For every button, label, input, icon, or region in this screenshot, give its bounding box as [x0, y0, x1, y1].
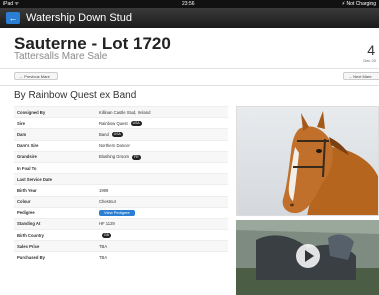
- detail-value: Band: [99, 131, 109, 137]
- detail-label: Sales Price: [14, 240, 96, 252]
- horse-photo[interactable]: [236, 106, 379, 216]
- detail-label: Sire: [14, 117, 96, 129]
- detail-row: Dam's Sire Northern Dancer: [14, 139, 228, 152]
- detail-value-cell: View Pedigree: [96, 206, 228, 219]
- sale-date: Dec 20: [363, 58, 376, 63]
- country-badge: GB: [102, 232, 111, 238]
- detail-label: Dam's Sire: [14, 139, 96, 152]
- country-badge: FR: [132, 154, 141, 160]
- detail-value-cell: Killinan Castle Stud, Ireland: [96, 105, 228, 118]
- horse-video[interactable]: [236, 220, 379, 295]
- breeding-line: By Rainbow Quest ex Band: [14, 90, 137, 101]
- navigation-bar: ← Watership Down Stud: [0, 8, 379, 28]
- detail-label: Pedigree: [14, 206, 96, 219]
- detail-value-cell: TBA: [96, 240, 228, 252]
- back-arrow-icon: ←: [8, 13, 18, 23]
- detail-value-cell: Rainbow Quest USA: [96, 117, 228, 129]
- detail-row: Last Service Date: [14, 173, 228, 185]
- detail-row: Consigned By Killinan Castle Stud, Irelan…: [14, 105, 228, 118]
- detail-value-cell: [96, 161, 228, 174]
- detail-label: Purchased By: [14, 251, 96, 264]
- detail-value: 1999: [99, 187, 109, 193]
- detail-value: Killinan Castle Stud, Ireland: [99, 109, 151, 115]
- detail-row: Sire Rainbow Quest USA: [14, 117, 228, 129]
- detail-row: Sales Price TBA: [14, 240, 228, 252]
- detail-value-cell: Northern Dancer: [96, 139, 228, 152]
- detail-row: Purchased By TBA: [14, 251, 228, 264]
- detail-row: Standing At HF 1129: [14, 217, 228, 230]
- detail-value-cell: GB: [96, 229, 228, 241]
- view-pedigree-button[interactable]: View Pedigree: [99, 209, 135, 216]
- detail-label: Consigned By: [14, 105, 96, 118]
- country-badge: USA: [111, 132, 123, 138]
- horse-head-image: [237, 107, 378, 215]
- detail-label: Dam: [14, 128, 96, 141]
- previous-mare-button[interactable]: ← Previous Mare: [14, 72, 58, 80]
- detail-value: TBA: [99, 243, 108, 249]
- detail-value: Chestnut: [99, 199, 116, 205]
- status-battery: ⚡ Not Charging: [341, 1, 376, 7]
- detail-row: In Foal To: [14, 161, 228, 174]
- detail-row: Birth Country GB: [14, 229, 228, 241]
- status-carrier: iPad ᯤ: [3, 1, 19, 7]
- detail-value-cell: Chestnut: [96, 195, 228, 208]
- status-time: 23:56: [182, 1, 195, 7]
- detail-value-cell: Blushing Groom FR: [96, 150, 228, 163]
- detail-label: Colour: [14, 195, 96, 208]
- detail-label: Birth Country: [14, 229, 96, 241]
- detail-value: Blushing Groom: [99, 154, 130, 160]
- detail-value: Northern Dancer: [99, 143, 130, 149]
- detail-label: Birth Year: [14, 184, 96, 196]
- detail-value-cell: TBA: [96, 251, 228, 264]
- sale-name: Tattersalls Mare Sale: [14, 51, 108, 62]
- sale-day: 4: [367, 42, 375, 58]
- detail-row: Pedigree View Pedigree: [14, 206, 228, 219]
- details-table: Consigned By Killinan Castle Stud, Irelan…: [14, 105, 228, 264]
- detail-label: In Foal To: [14, 161, 96, 174]
- detail-label: Grandsire: [14, 150, 96, 163]
- detail-value: TBA: [99, 255, 108, 261]
- detail-row: Birth Year 1999: [14, 184, 228, 196]
- detail-row: Dam Band USA: [14, 128, 228, 141]
- detail-label: Last Service Date: [14, 173, 96, 185]
- country-badge: USA: [130, 120, 142, 126]
- detail-label: Standing At: [14, 217, 96, 230]
- detail-value-cell: Band USA: [96, 128, 228, 141]
- status-bar: iPad ᯤ 23:56 ⚡ Not Charging: [0, 0, 379, 8]
- detail-row: Grandsire Blushing Groom FR: [14, 150, 228, 163]
- detail-value-cell: HF 1129: [96, 217, 228, 230]
- divider: [0, 68, 379, 69]
- divider: [0, 85, 379, 86]
- detail-row: Colour Chestnut: [14, 195, 228, 208]
- nav-title: Watership Down Stud: [26, 12, 132, 24]
- back-button[interactable]: ←: [6, 12, 20, 24]
- detail-value-cell: [96, 173, 228, 185]
- detail-value: Rainbow Quest: [99, 120, 128, 126]
- next-mare-button[interactable]: → Next Mare: [343, 72, 379, 80]
- play-icon[interactable]: [296, 244, 320, 268]
- detail-value: HF 1129: [99, 221, 115, 227]
- detail-value-cell: 1999: [96, 184, 228, 196]
